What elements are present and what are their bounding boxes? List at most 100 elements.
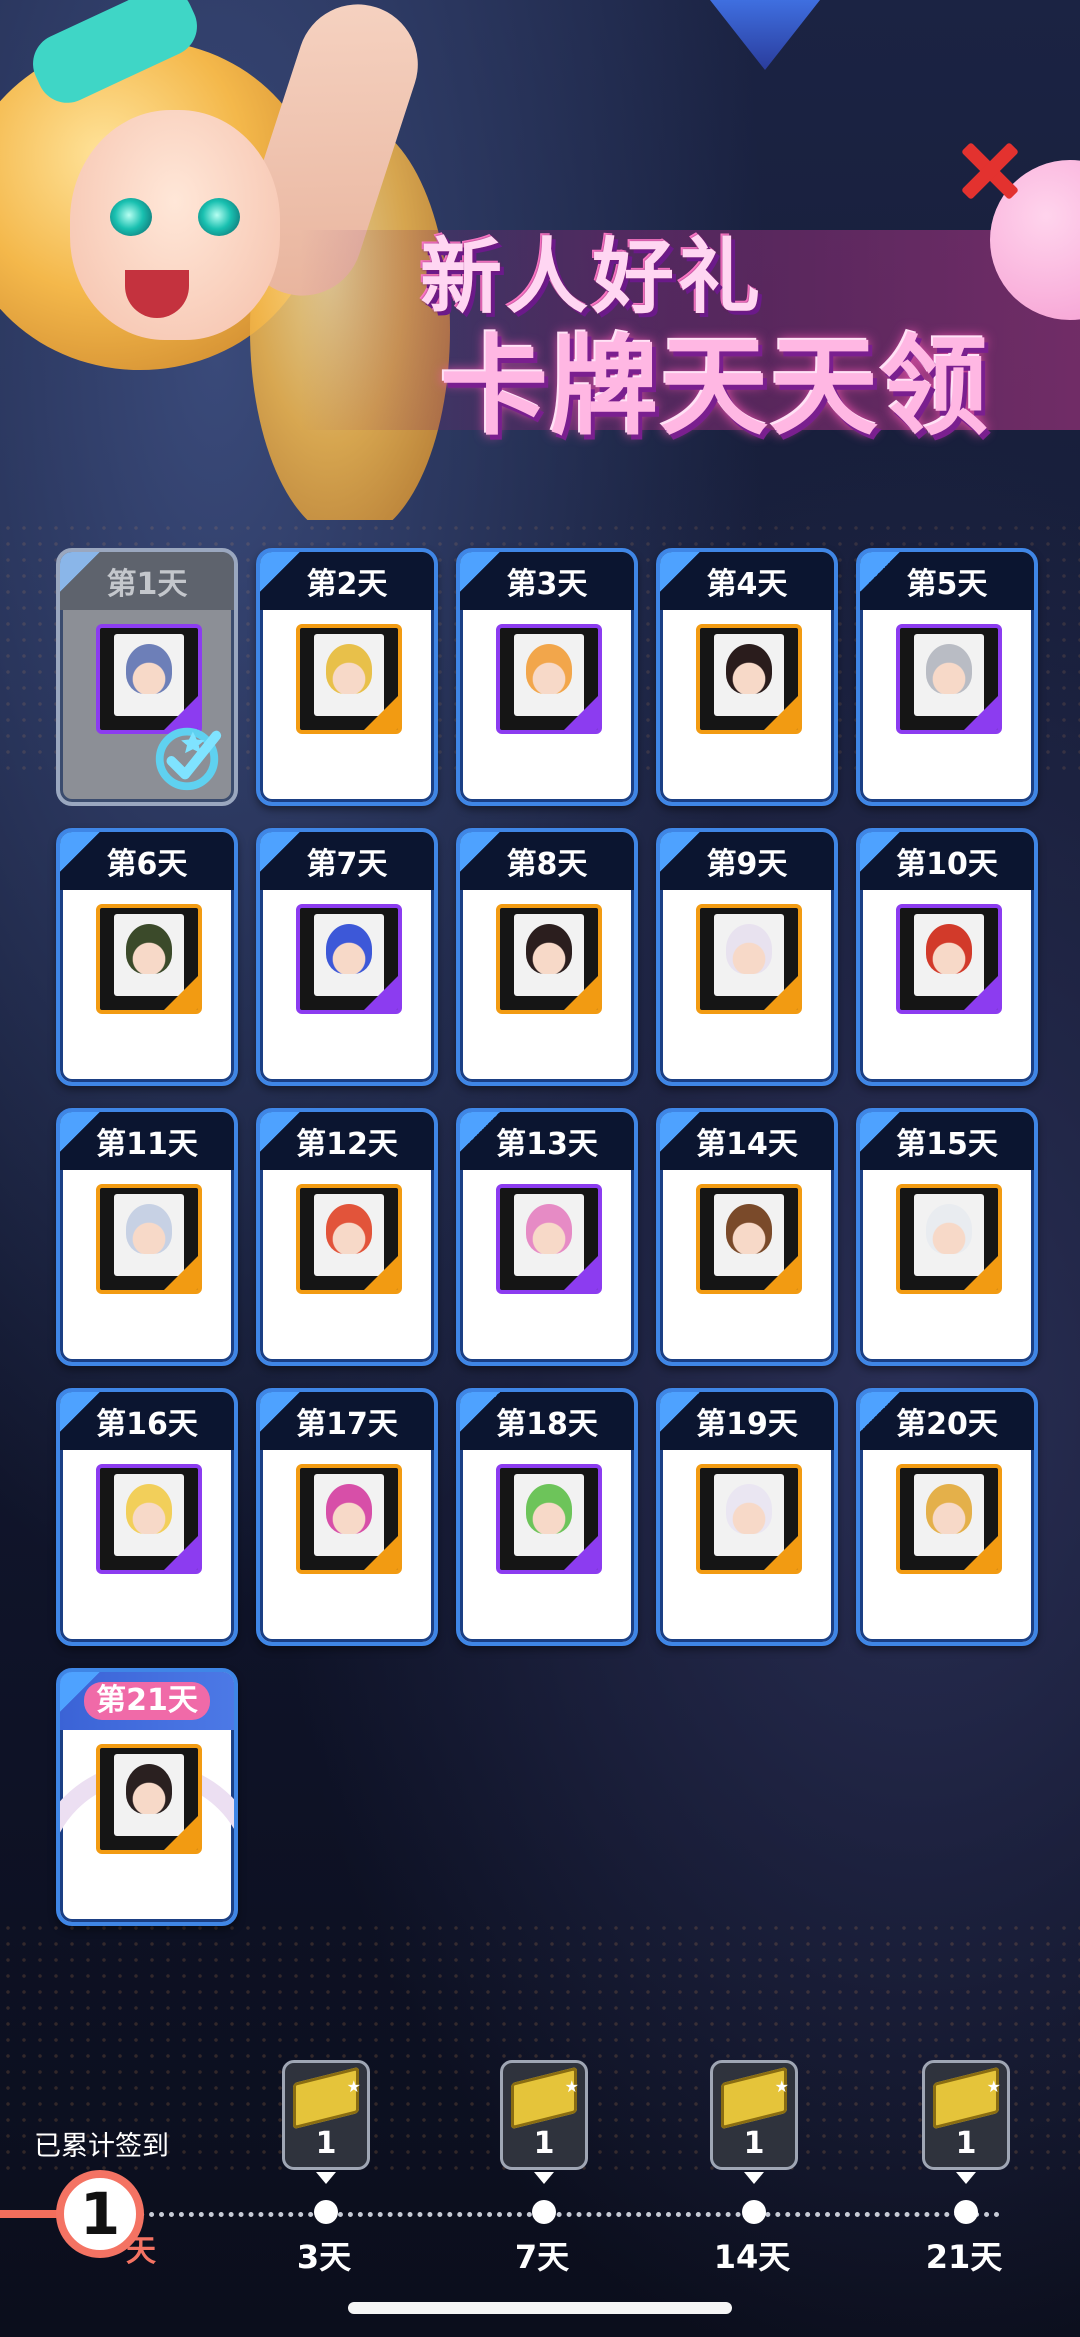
reward-ticket[interactable]: ★ 1 bbox=[710, 2060, 798, 2170]
day-card[interactable]: 第21天 bbox=[56, 1668, 238, 1926]
character-card-icon bbox=[96, 904, 202, 1014]
day-label: 第21天 bbox=[84, 1682, 210, 1720]
star-icon: ★ bbox=[346, 2077, 361, 2096]
day-card[interactable]: 第20天 bbox=[856, 1388, 1038, 1646]
day-card[interactable]: 第14天 bbox=[656, 1108, 838, 1366]
character-card-icon bbox=[696, 904, 802, 1014]
day-card[interactable]: 第2天 bbox=[256, 548, 438, 806]
character-card-icon bbox=[296, 624, 402, 734]
day-card-header: 第14天 bbox=[660, 1112, 834, 1170]
reward-ticket[interactable]: ★ 1 bbox=[282, 2060, 370, 2170]
day-label: 第12天 bbox=[296, 1127, 398, 1162]
day-card-header: 第15天 bbox=[860, 1112, 1034, 1170]
pointer-icon bbox=[744, 2172, 764, 2184]
day-card[interactable]: 第11天 bbox=[56, 1108, 238, 1366]
day-card-header: 第6天 bbox=[60, 832, 234, 890]
day-card[interactable]: 第16天 bbox=[56, 1388, 238, 1646]
day-card-header: 第17天 bbox=[260, 1392, 434, 1450]
day-card-header: 第12天 bbox=[260, 1112, 434, 1170]
character-card-icon bbox=[696, 1184, 802, 1294]
day-card-header: 第4天 bbox=[660, 552, 834, 610]
reward-ticket[interactable]: ★ 1 bbox=[500, 2060, 588, 2170]
day-card[interactable]: 第15天 bbox=[856, 1108, 1038, 1366]
card-reward bbox=[696, 1184, 802, 1294]
card-reward bbox=[296, 1464, 402, 1574]
day-card-header: 第20天 bbox=[860, 1392, 1034, 1450]
day-label: 第18天 bbox=[496, 1407, 598, 1442]
milestone-node bbox=[314, 2200, 338, 2224]
character-card-icon bbox=[296, 904, 402, 1014]
card-reward bbox=[496, 624, 602, 734]
home-indicator[interactable] bbox=[348, 2302, 732, 2314]
day-card-header: 第10天 bbox=[860, 832, 1034, 890]
day-card-header: 第7天 bbox=[260, 832, 434, 890]
reward-qty: 1 bbox=[533, 2126, 555, 2161]
day-label: 第4天 bbox=[706, 567, 788, 602]
character-card-icon bbox=[96, 1184, 202, 1294]
day-label: 第10天 bbox=[896, 847, 998, 882]
day-card[interactable]: 第13天 bbox=[456, 1108, 638, 1366]
day-card-header: 第16天 bbox=[60, 1392, 234, 1450]
day-label: 第17天 bbox=[296, 1407, 398, 1442]
day-label: 第15天 bbox=[896, 1127, 998, 1162]
reward-ticket[interactable]: ★ 1 bbox=[922, 2060, 1010, 2170]
reward-qty: 1 bbox=[743, 2126, 765, 2161]
day-card[interactable]: 第4天 bbox=[656, 548, 838, 806]
day-card-header: 第11天 bbox=[60, 1112, 234, 1170]
day-card[interactable]: 第18天 bbox=[456, 1388, 638, 1646]
character-card-icon bbox=[296, 1184, 402, 1294]
character-eye bbox=[198, 198, 240, 236]
day-card[interactable]: 第3天 bbox=[456, 548, 638, 806]
character-card-icon bbox=[896, 624, 1002, 734]
milestone-node bbox=[742, 2200, 766, 2224]
day-card[interactable]: 第5天 bbox=[856, 548, 1038, 806]
banner-title-line2: 卡牌天天领 bbox=[440, 325, 991, 450]
milestone-node bbox=[954, 2200, 978, 2224]
card-reward bbox=[696, 624, 802, 734]
day-card[interactable]: 第6天 bbox=[56, 828, 238, 1086]
card-reward bbox=[696, 904, 802, 1014]
card-reward bbox=[96, 1744, 202, 1854]
day-card[interactable]: 第19天 bbox=[656, 1388, 838, 1646]
day-card[interactable]: 第17天 bbox=[256, 1388, 438, 1646]
checkin-count-unit: 天 bbox=[126, 2234, 156, 2269]
character-card-icon bbox=[696, 624, 802, 734]
character-card-icon bbox=[96, 1744, 202, 1854]
star-icon: ★ bbox=[986, 2077, 1001, 2096]
day-card[interactable]: 第7天 bbox=[256, 828, 438, 1086]
day-label: 第5天 bbox=[906, 567, 988, 602]
day-card-header: 第1天 bbox=[60, 552, 234, 610]
day-card[interactable]: 第12天 bbox=[256, 1108, 438, 1366]
day-card[interactable]: 第9天 bbox=[656, 828, 838, 1086]
pointer-icon bbox=[534, 2172, 554, 2184]
character-card-icon bbox=[496, 904, 602, 1014]
day-label: 第13天 bbox=[496, 1127, 598, 1162]
close-icon[interactable] bbox=[950, 130, 1030, 210]
progress-label: 已累计签到 bbox=[34, 2131, 169, 2162]
reward-qty: 1 bbox=[955, 2126, 977, 2161]
day-card-header: 第5天 bbox=[860, 552, 1034, 610]
day-label: 第9天 bbox=[706, 847, 788, 882]
card-reward bbox=[696, 1464, 802, 1574]
day-card-header: 第9天 bbox=[660, 832, 834, 890]
day-label: 第6天 bbox=[106, 847, 188, 882]
day-card-header: 第3天 bbox=[460, 552, 634, 610]
card-reward bbox=[96, 1184, 202, 1294]
card-reward bbox=[896, 1184, 1002, 1294]
progress-track bbox=[0, 2212, 1000, 2217]
milestone-day: 7天 bbox=[514, 2238, 570, 2276]
character-card-icon bbox=[696, 1464, 802, 1574]
card-reward bbox=[896, 904, 1002, 1014]
day-label: 第16天 bbox=[96, 1407, 198, 1442]
day-card[interactable]: 第8天 bbox=[456, 828, 638, 1086]
card-reward bbox=[296, 904, 402, 1014]
day-card[interactable]: 第10天 bbox=[856, 828, 1038, 1086]
card-reward bbox=[296, 624, 402, 734]
character-card-icon bbox=[496, 1184, 602, 1294]
day-card[interactable]: 第1天 bbox=[56, 548, 238, 806]
character-card-icon bbox=[96, 1464, 202, 1574]
card-reward bbox=[896, 1464, 1002, 1574]
character-card-icon bbox=[496, 624, 602, 734]
day-card-header: 第13天 bbox=[460, 1112, 634, 1170]
pointer-icon bbox=[316, 2172, 336, 2184]
